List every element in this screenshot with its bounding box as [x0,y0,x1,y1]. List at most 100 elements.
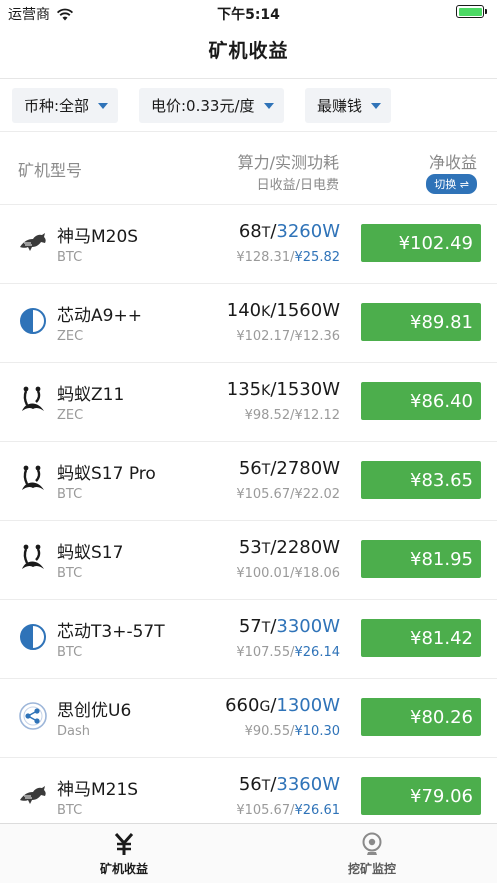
net-profit-button[interactable]: ¥102.49 [361,224,481,262]
list-item[interactable]: 神马M20S BTC 68T/3260W ¥128.31/¥25.82 ¥102… [0,205,497,284]
header-net: 净收益 [428,153,477,172]
horse-icon [18,780,48,810]
miner-income-fee: ¥107.55/¥26.14 [236,645,340,660]
miner-income-fee: ¥105.67/¥26.61 [236,803,340,818]
camera-icon [362,832,382,855]
ant-icon [18,543,48,573]
hash-unit: T [261,462,271,478]
page-title: 矿机收益 [208,40,289,62]
miner-name: 思创优U6 [57,701,132,721]
ant-icon [22,544,44,569]
net-profit-button[interactable]: ¥80.26 [361,698,481,736]
caret-down-icon [263,102,274,109]
miner-coin: BTC [57,566,83,581]
miner-hash-power: 57T/3300W [238,616,340,637]
tab-mining-profit[interactable]: 矿机收益 [0,824,248,883]
list-item[interactable]: 芯动T3+-57T BTC 57T/3300W ¥107.55/¥26.14 ¥… [0,600,497,679]
list-item[interactable]: 蚂蚁Z11 ZEC 135K/1530W ¥98.52/¥12.12 ¥86.4… [0,363,497,442]
hash-unit: G [259,699,271,715]
yen-icon [114,833,134,855]
price-filter-dropdown[interactable]: 电价:0.33元/度 [139,88,284,123]
horse-icon [18,227,48,257]
hash-value: 140 [226,300,262,321]
power-value: 2780W [276,458,340,479]
miner-coin: BTC [57,487,83,502]
tab-mining-monitor[interactable]: 挖矿监控 [248,824,496,883]
miner-coin: BTC [57,645,83,660]
half-circle-icon [18,306,48,336]
fee-value: ¥26.14 [294,645,341,660]
ant-icon [18,385,48,415]
income-value: ¥128.31 [236,250,291,265]
list-item[interactable]: 思创优U6 Dash 660G/1300W ¥90.55/¥10.30 ¥80.… [0,679,497,758]
income-value: ¥102.17 [236,329,291,344]
sort-dropdown[interactable]: 最赚钱 [305,88,392,123]
fee-value: ¥26.61 [294,803,341,818]
header-model: 矿机型号 [18,161,83,180]
power-value: 1530W [276,379,340,400]
hash-value: 68 [238,221,262,242]
net-profit-button[interactable]: ¥89.81 [361,303,481,341]
miner-hash-power: 660G/1300W [225,695,340,716]
power-value: 1560W [276,300,340,321]
power-value: 3360W [276,774,340,795]
column-header: 矿机型号 算力/实测功耗 日收益/日电费 净收益 切换 ⇌ [0,133,497,205]
net-profit-button[interactable]: ¥79.06 [361,777,481,815]
status-bar: 运营商 下午5:14 [0,0,497,26]
miner-coin: Dash [57,724,90,739]
net-profit-button[interactable]: ¥81.95 [361,540,481,578]
miner-income-fee: ¥102.17/¥12.36 [236,329,340,344]
miner-name: 蚂蚁S17 Pro [57,464,156,484]
miner-coin: BTC [57,803,83,818]
hash-unit: K [261,304,271,320]
net-profit-button[interactable]: ¥86.40 [361,382,481,420]
fee-value: ¥12.36 [294,329,341,344]
miner-name: 芯动A9++ [57,306,142,326]
list-item[interactable]: 蚂蚁S17 Pro BTC 56T/2780W ¥105.67/¥22.02 ¥… [0,442,497,521]
miner-income-fee: ¥105.67/¥22.02 [236,487,340,502]
income-value: ¥90.55 [244,724,291,739]
hash-unit: T [261,225,271,241]
fee-value: ¥10.30 [294,724,341,739]
tab-label: 矿机收益 [99,862,148,876]
list-item[interactable]: 芯动A9++ ZEC 140K/1560W ¥102.17/¥12.36 ¥89… [0,284,497,363]
ant-icon [22,465,44,490]
miner-coin: ZEC [57,329,84,344]
hash-value: 57 [238,616,262,637]
header-hash-power: 算力/实测功耗 [237,153,339,172]
network-icon [18,701,48,731]
hash-unit: K [261,383,271,399]
miner-income-fee: ¥100.01/¥18.06 [236,566,340,581]
miner-name: 蚂蚁Z11 [57,385,125,405]
half-circle-icon [20,624,46,650]
battery-icon [456,5,487,18]
income-value: ¥107.55 [236,645,291,660]
miner-name: 神马M21S [57,780,139,800]
header-daily: 日收益/日电费 [256,178,339,193]
hash-value: 56 [238,774,262,795]
income-value: ¥105.67 [236,803,291,818]
list-item[interactable]: 蚂蚁S17 BTC 53T/2280W ¥100.01/¥18.06 ¥81.9… [0,521,497,600]
net-profit-button[interactable]: ¥81.42 [361,619,481,657]
hash-value: 56 [238,458,262,479]
switch-button[interactable]: 切换 ⇌ [426,174,477,194]
caret-down-icon [98,102,109,109]
tab-bar: 矿机收益 挖矿监控 [0,823,497,883]
net-profit-button[interactable]: ¥83.65 [361,461,481,499]
hash-unit: T [261,620,271,636]
tab-label: 挖矿监控 [347,862,396,876]
miner-hash-power: 68T/3260W [238,221,340,242]
fee-value: ¥22.02 [294,487,341,502]
miner-income-fee: ¥98.52/¥12.12 [244,408,340,423]
coin-filter-dropdown[interactable]: 币种:全部 [12,88,119,123]
income-value: ¥100.01 [236,566,291,581]
miner-hash-power: 135K/1530W [226,379,340,400]
filter-bar: 币种:全部 电价:0.33元/度 最赚钱 [0,78,497,132]
miner-hash-power: 140K/1560W [226,300,340,321]
miner-coin: ZEC [57,408,84,423]
sort-label: 最赚钱 [317,97,363,115]
caret-down-icon [371,102,382,109]
hash-unit: T [261,541,271,557]
ant-icon [22,386,44,411]
miner-income-fee: ¥128.31/¥25.82 [236,250,340,265]
